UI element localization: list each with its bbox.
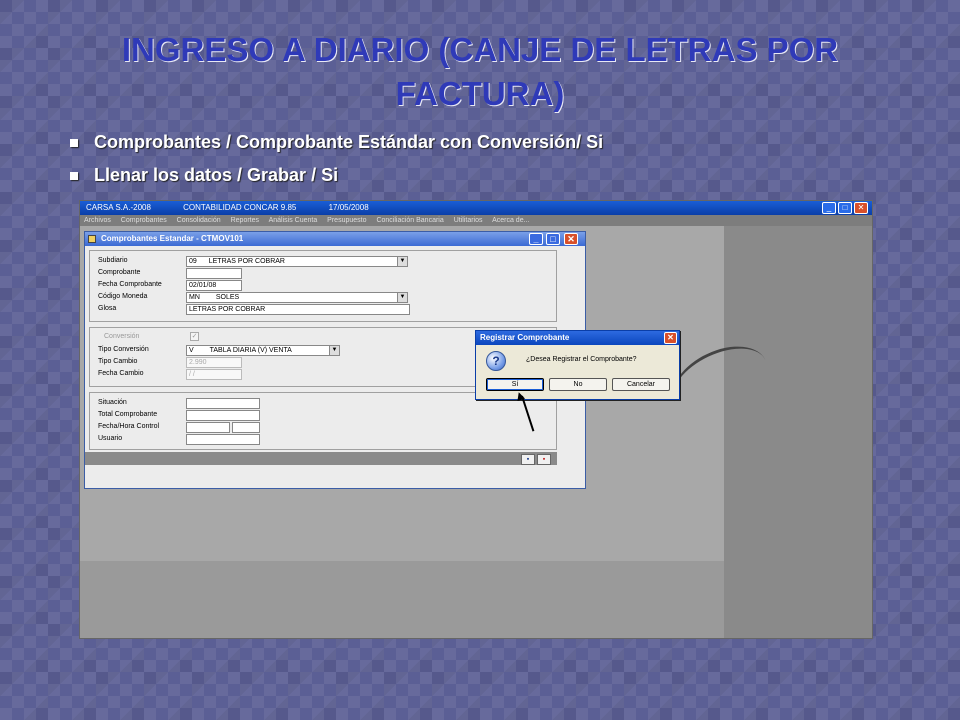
fecha-cambio-input: / /: [186, 369, 242, 380]
app-menu-bar: Archivos Comprobantes Consolidación Repo…: [80, 215, 872, 226]
app-maximize-button[interactable]: □: [838, 202, 852, 214]
app-company: CARSA S.A.-2008: [86, 203, 151, 212]
label-tipo-conversion: Tipo Conversión: [98, 346, 149, 353]
form-maximize-button[interactable]: □: [546, 233, 560, 245]
label-total-comprobante: Total Comprobante: [98, 411, 158, 418]
label-glosa: Glosa: [98, 305, 117, 312]
label-subdiario: Subdiario: [98, 257, 128, 264]
glosa-input[interactable]: LETRAS POR COBRAR: [186, 304, 410, 315]
subdiario-code: 09: [189, 258, 197, 265]
label-fecha-hora-control: Fecha/Hora Control: [98, 423, 160, 430]
menu-presupuesto[interactable]: Presupuesto: [327, 217, 366, 224]
fecha-control-input[interactable]: [186, 422, 230, 433]
chevron-down-icon[interactable]: ▼: [397, 257, 407, 266]
situacion-input[interactable]: [186, 398, 260, 409]
registrar-dialog: Registrar Comprobante ✕ ? ¿Desea Registr…: [475, 330, 680, 400]
exit-icon[interactable]: ▪: [537, 454, 551, 465]
total-comprobante-input[interactable]: [186, 410, 260, 421]
control-panel: Situación Total Comprobante Fecha/Hora C…: [89, 392, 557, 450]
menu-reportes[interactable]: Reportes: [231, 217, 259, 224]
menu-acerca-de[interactable]: Acerca de...: [492, 217, 529, 224]
menu-comprobantes[interactable]: Comprobantes: [121, 217, 167, 224]
dialog-title-bar: Registrar Comprobante ✕: [476, 331, 679, 345]
bullet-item: Llenar los datos / Grabar / Si: [70, 159, 870, 192]
app-screenshot: CARSA S.A.-2008 CONTABILIDAD CONCAR 9.85…: [79, 200, 873, 639]
app-title-bar: CARSA S.A.-2008 CONTABILIDAD CONCAR 9.85…: [80, 201, 872, 215]
subdiario-select[interactable]: 09 LETRAS POR COBRAR ▼: [186, 256, 408, 267]
menu-analisis-cuenta[interactable]: Análisis Cuenta: [269, 217, 318, 224]
tipo-conversion-name: TABLA DIARIA (V) VENTA: [209, 347, 292, 354]
bullet-item: Comprobantes / Comprobante Estándar con …: [70, 126, 870, 159]
subdiario-name: LETRAS POR COBRAR: [208, 258, 285, 265]
dialog-message: ¿Desea Registrar el Comprobante?: [526, 356, 637, 363]
label-fecha-comprobante: Fecha Comprobante: [98, 281, 162, 288]
moneda-select[interactable]: MN SOLES ▼: [186, 292, 408, 303]
chevron-down-icon[interactable]: ▼: [397, 293, 407, 302]
moneda-name: SOLES: [215, 294, 240, 301]
form-footer-bar: [85, 452, 557, 465]
dialog-close-button[interactable]: ✕: [664, 332, 677, 344]
app-date: 17/05/2008: [328, 203, 369, 212]
menu-archivos[interactable]: Archivos: [84, 217, 111, 224]
bullet-square-icon: [70, 171, 78, 180]
chevron-down-icon[interactable]: ▼: [329, 346, 339, 355]
tipo-conversion-code: V: [189, 347, 194, 354]
moneda-code: MN: [189, 294, 200, 301]
slide-title: INGRESO A DIARIO (CANJE DE LETRAS POR FA…: [121, 31, 839, 112]
yes-button[interactable]: Sí: [486, 378, 544, 391]
bullet-list: Comprobantes / Comprobante Estándar con …: [70, 126, 870, 192]
menu-utilitarios[interactable]: Utilitarios: [454, 217, 483, 224]
workspace-lower-area: [80, 561, 724, 638]
comprobante-input[interactable]: [186, 268, 242, 279]
label-usuario: Usuario: [98, 435, 123, 442]
save-icon[interactable]: ▪: [521, 454, 535, 465]
form-title: Comprobantes Estandar - CTMOV101: [101, 234, 244, 243]
label-situacion: Situación: [98, 399, 127, 406]
app-minimize-button[interactable]: _: [822, 202, 836, 214]
header-panel: Subdiario 09 LETRAS POR COBRAR ▼ Comprob…: [89, 250, 557, 322]
label-fecha-cambio: Fecha Cambio: [98, 370, 144, 377]
app-name: CONTABILIDAD CONCAR 9.85: [183, 203, 297, 212]
dialog-title: Registrar Comprobante: [480, 333, 570, 342]
bullet-text: Comprobantes / Comprobante Estándar con …: [94, 132, 604, 152]
menu-conciliacion-bancaria[interactable]: Conciliación Bancaria: [376, 217, 443, 224]
label-conversion: Conversión: [104, 333, 140, 340]
bullet-text: Llenar los datos / Grabar / Si: [94, 165, 339, 185]
form-minimize-button[interactable]: _: [529, 233, 543, 245]
bullet-square-icon: [70, 138, 78, 147]
tipo-cambio-input: 2.990: [186, 357, 242, 368]
tipo-conversion-select[interactable]: V TABLA DIARIA (V) VENTA ▼: [186, 345, 340, 356]
label-tipo-cambio: Tipo Cambio: [98, 358, 138, 365]
form-close-button[interactable]: ✕: [564, 233, 578, 245]
workspace-right-area: [724, 226, 872, 638]
conversion-checkbox[interactable]: ✓: [190, 332, 199, 341]
fecha-comprobante-input[interactable]: 02/01/08: [186, 280, 242, 291]
usuario-input[interactable]: [186, 434, 260, 445]
no-button[interactable]: No: [549, 378, 607, 391]
cancel-button[interactable]: Cancelar: [612, 378, 670, 391]
form-title-bar: Comprobantes Estandar - CTMOV101 _ □ ✕: [85, 232, 585, 246]
app-close-button[interactable]: ✕: [854, 202, 868, 214]
window-icon: [88, 235, 96, 243]
hora-control-input[interactable]: [232, 422, 260, 433]
question-icon: ?: [486, 351, 506, 371]
label-codigo-moneda: Código Moneda: [98, 293, 148, 300]
menu-consolidacion[interactable]: Consolidación: [177, 217, 221, 224]
label-comprobante: Comprobante: [98, 269, 141, 276]
